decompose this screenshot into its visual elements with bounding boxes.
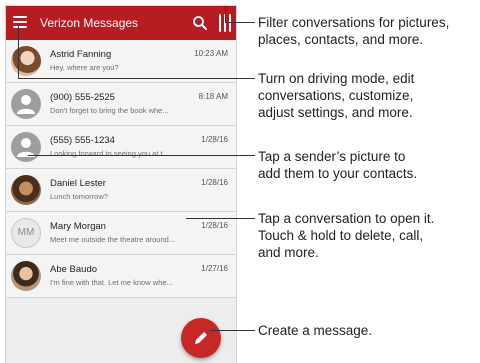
callout-picture: Tap a sender’s picture to add them to yo… bbox=[258, 148, 480, 182]
conversation-snippet: Looking forward to seeing you at t... bbox=[50, 149, 169, 158]
conversation-time: 1/28/16 bbox=[201, 221, 228, 230]
conversation-name: Daniel Lester bbox=[50, 178, 106, 189]
callout-line: Turn on driving mode, edit bbox=[258, 71, 415, 86]
callout-line: Touch & hold to delete, call, bbox=[258, 228, 424, 243]
initials-avatar[interactable]: MM bbox=[11, 218, 41, 248]
person-icon[interactable] bbox=[11, 89, 41, 119]
callout-filter: Filter conversations for pictures, place… bbox=[258, 14, 480, 48]
callout-leader-menu bbox=[18, 78, 255, 79]
conversation-snippet: I'm fine with that. Let me know whe... bbox=[50, 278, 173, 287]
conversation-snippet: Don't forget to bring the book whe... bbox=[50, 106, 169, 115]
app-title: Verizon Messages bbox=[40, 16, 139, 30]
conversation-snippet: Hey, where are you? bbox=[50, 63, 119, 72]
contact-photo-avatar[interactable] bbox=[11, 261, 41, 291]
conversation-snippet: Lunch tomorrow? bbox=[50, 192, 108, 201]
callout-compose: Create a message. bbox=[258, 322, 480, 339]
callout-menu: Turn on driving mode, edit conversations… bbox=[258, 70, 480, 121]
conversation-row[interactable]: Astrid Fanning Hey, where are you? 10:23… bbox=[6, 40, 236, 83]
callout-line: add them to your contacts. bbox=[258, 166, 418, 181]
messages-app-screen: Verizon Messages Astrid Fanning Hey, whe… bbox=[6, 6, 236, 363]
conversation-name: (900) 555-2525 bbox=[50, 92, 115, 103]
conversation-name: Astrid Fanning bbox=[50, 49, 112, 60]
conversation-row[interactable]: Abe Baudo I'm fine with that. Let me kno… bbox=[6, 255, 236, 298]
callout-line: Tap a sender’s picture to bbox=[258, 149, 406, 164]
callout-line: Filter conversations for pictures, bbox=[258, 15, 450, 30]
conversation-time: 1/27/16 bbox=[201, 264, 228, 273]
callout-leader-picture bbox=[28, 155, 255, 156]
person-icon[interactable] bbox=[11, 132, 41, 162]
filter-icon[interactable] bbox=[218, 14, 234, 34]
contact-photo-avatar[interactable] bbox=[11, 46, 41, 76]
conversation-time: 1/28/16 bbox=[201, 178, 228, 187]
conversation-row[interactable]: Daniel Lester Lunch tomorrow? 1/28/16 bbox=[6, 169, 236, 212]
callout-line: conversations, customize, bbox=[258, 88, 414, 103]
conversation-snippet: Meet me outside the theatre around... bbox=[50, 235, 176, 244]
callout-leader-compose bbox=[210, 330, 255, 331]
callout-conversation: Tap a conversation to open it. Touch & h… bbox=[258, 210, 480, 261]
contact-photo-avatar[interactable] bbox=[11, 175, 41, 205]
compose-message-button[interactable] bbox=[181, 318, 221, 358]
callout-leader-filter bbox=[225, 6, 226, 22]
conversation-row[interactable]: (900) 555-2525 Don't forget to bring the… bbox=[6, 83, 236, 126]
callout-leader-filter bbox=[225, 22, 255, 23]
conversation-name: Mary Morgan bbox=[50, 221, 106, 232]
search-icon[interactable] bbox=[192, 15, 208, 31]
hamburger-menu-icon[interactable] bbox=[13, 16, 27, 30]
conversation-row[interactable]: (555) 555-1234 Looking forward to seeing… bbox=[6, 126, 236, 169]
app-bar: Verizon Messages bbox=[6, 6, 236, 40]
callout-leader-menu bbox=[18, 26, 19, 78]
pencil-icon bbox=[195, 332, 207, 344]
conversation-time: 8:18 AM bbox=[198, 92, 228, 101]
callout-line: Tap a conversation to open it. bbox=[258, 211, 435, 226]
callout-line: and more. bbox=[258, 245, 319, 260]
callout-line: adjust settings, and more. bbox=[258, 105, 413, 120]
conversation-name: Abe Baudo bbox=[50, 264, 98, 275]
conversation-time: 1/28/16 bbox=[201, 135, 228, 144]
callout-leader-conversation bbox=[186, 218, 255, 219]
conversation-name: (555) 555-1234 bbox=[50, 135, 115, 146]
conversation-time: 10:23 AM bbox=[194, 49, 228, 58]
callout-line: places, contacts, and more. bbox=[258, 32, 424, 47]
callout-line: Create a message. bbox=[258, 323, 373, 338]
